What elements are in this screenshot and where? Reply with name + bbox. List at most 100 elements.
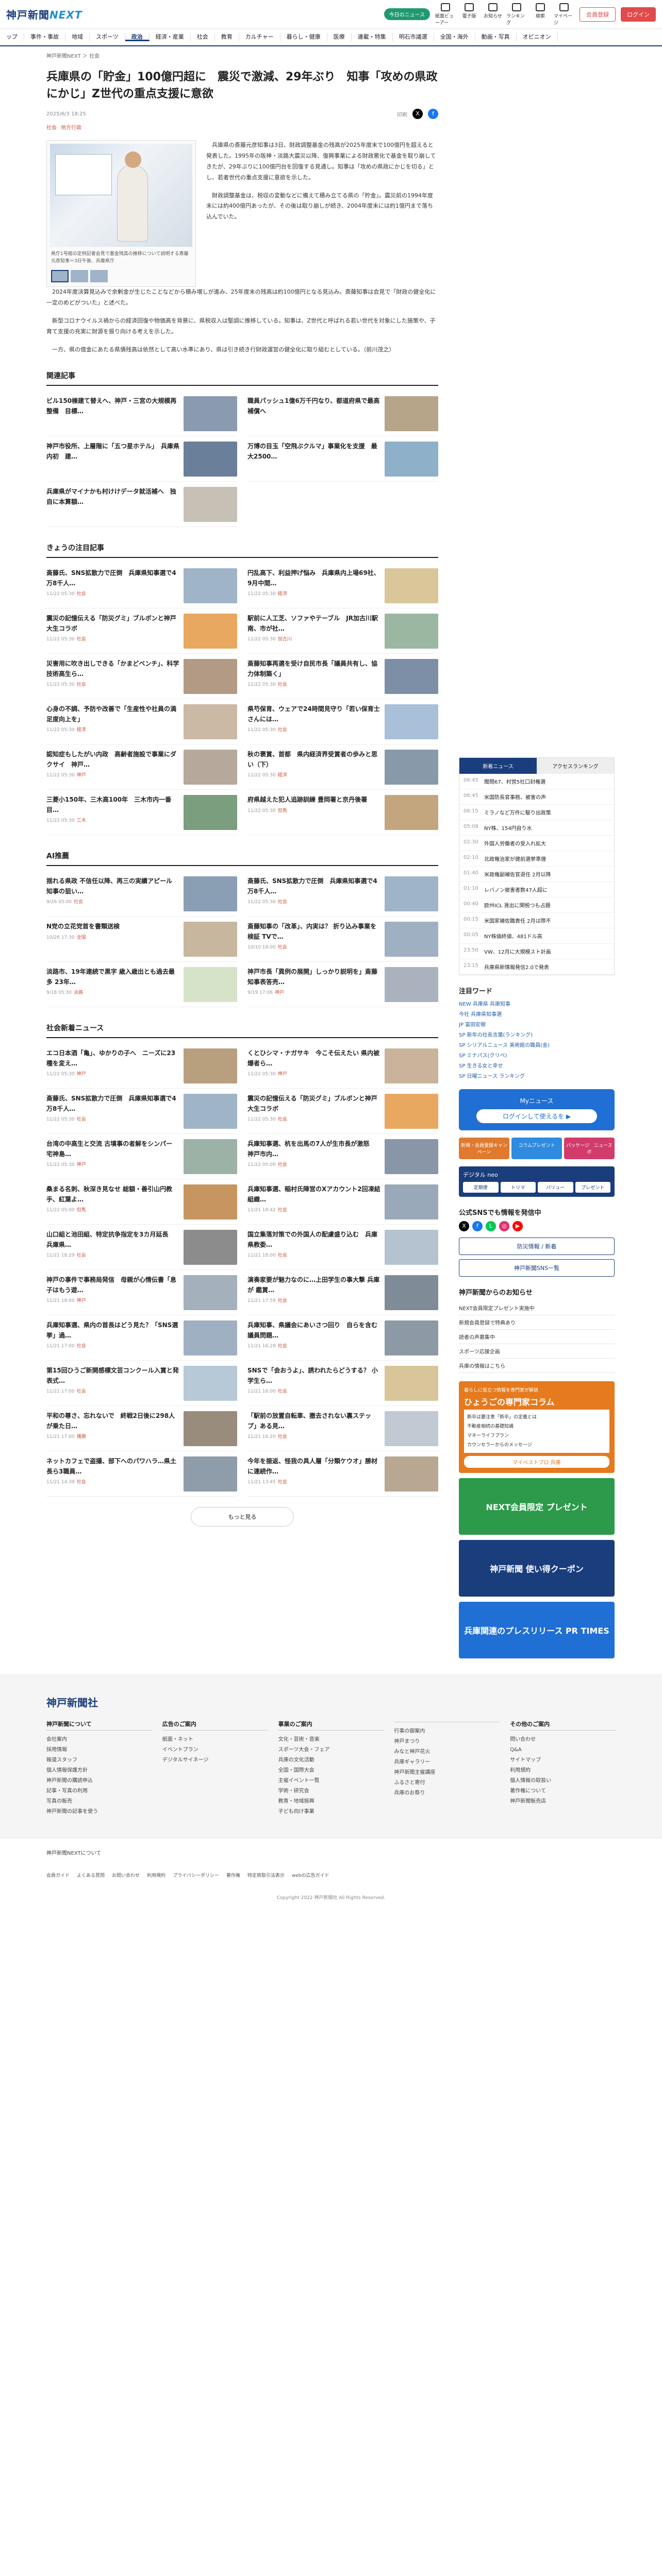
- footer-link[interactable]: 報道スタッフ: [46, 1755, 152, 1766]
- footer-link[interactable]: 兵庫のお祭り: [394, 1788, 500, 1799]
- footer-link[interactable]: みなと神戸花火: [394, 1747, 500, 1757]
- nav-item[interactable]: 事件・事故: [24, 33, 65, 41]
- nav-item[interactable]: 動画・写真: [475, 33, 517, 41]
- header-icon-button[interactable]: ランキング: [506, 3, 527, 26]
- header-icon-button[interactable]: 検索: [530, 3, 551, 26]
- site-logo[interactable]: 神戸新聞NEXT: [6, 7, 82, 22]
- footer-bottom-link[interactable]: 特定商取引法表示: [247, 1872, 285, 1878]
- news-title[interactable]: 外国人労働者の受入れ拡大: [484, 839, 546, 847]
- item-title[interactable]: 心身の不調、予防や改善で「生産性や社員の満足度向上を」: [46, 704, 179, 724]
- list-item[interactable]: ネットカフェで盗撮、部下へのパワハラ…県土長ら3職員… 11/21 14:39 社会: [46, 1451, 237, 1497]
- item-category[interactable]: 社会: [278, 945, 287, 950]
- list-item[interactable]: 淡路市、19年連続で黒字 歳入歳出とも過去最多 23年… 9/18 05:30 淡路: [46, 962, 237, 1008]
- item-category[interactable]: 社会: [278, 1344, 287, 1349]
- info-item[interactable]: 新規会員登録で特典あり: [459, 1315, 615, 1330]
- promo-button[interactable]: パッケージ ニュースポ: [564, 1138, 615, 1159]
- list-item[interactable]: ビル150棟建て替えへ、神戸・三宮の大規模再整備 目標…: [46, 391, 237, 437]
- nav-item[interactable]: ップ: [0, 33, 24, 41]
- item-category[interactable]: 社会: [77, 1480, 86, 1485]
- today-news-button[interactable]: 今日のニュース: [384, 8, 430, 20]
- item-title[interactable]: 「駅前の放置自転車、撤去されない裏ステップ」ある見…: [247, 1411, 380, 1431]
- list-item[interactable]: 台湾の中高生と交流 古墳事の者解をシンパー 宅神島… 11/22 05:30 神戸: [46, 1134, 237, 1180]
- print-button[interactable]: 印刷: [397, 110, 407, 118]
- x-share-icon[interactable]: X: [412, 109, 423, 119]
- nav-item[interactable]: 社会: [191, 33, 215, 41]
- footer-link[interactable]: 神戸まつり: [394, 1737, 500, 1747]
- list-item[interactable]: 「駅前の放置自転車、撤去されない裏ステップ」ある見… 11/21 16:20 社会: [247, 1406, 438, 1452]
- item-title[interactable]: 神戸市役所、上層階に「五つ星ホテル」 兵庫県内初 建…: [46, 442, 179, 461]
- list-item[interactable]: 県芍保育、ウェアで24時間見守り「若い保育士さんには… 11/22 05:30 社会: [247, 699, 438, 745]
- footer-link[interactable]: 神戸新聞主催講座: [394, 1768, 500, 1778]
- item-category[interactable]: 社会: [278, 900, 287, 905]
- item-category[interactable]: 社会: [77, 637, 86, 642]
- item-thumbnail[interactable]: [385, 614, 438, 649]
- item-category[interactable]: 但馬: [77, 1208, 86, 1213]
- news-title[interactable]: 北政権治家が健前選挙準理: [484, 855, 546, 862]
- item-thumbnail[interactable]: [184, 1230, 237, 1265]
- item-title[interactable]: 震災の記憶伝える「防災グミ」ブルボンと神戸大生コラボ: [247, 1094, 380, 1113]
- item-thumbnail[interactable]: [184, 922, 237, 957]
- item-title[interactable]: 斎藤氏、SNS拡散力で圧倒 兵庫県知事選で4万8千人…: [46, 1094, 179, 1113]
- list-item[interactable]: 府県越えた犯人追跡訓練 豊岡署と京丹後署 11/22 05:30 但馬: [247, 790, 438, 836]
- item-thumbnail[interactable]: [184, 1411, 237, 1447]
- info-item[interactable]: 読者の声募集中: [459, 1330, 615, 1344]
- item-thumbnail[interactable]: [184, 396, 237, 432]
- item-thumbnail[interactable]: [184, 1320, 237, 1356]
- column-item[interactable]: カウンセラーからのメッセージ: [467, 1440, 606, 1450]
- item-category[interactable]: 社会: [278, 1389, 287, 1394]
- item-title[interactable]: 淡路市、19年連続で黒字 歳入歳出とも過去最多 23年…: [46, 967, 179, 987]
- nav-item[interactable]: オピニオン: [517, 33, 558, 41]
- item-category[interactable]: 全国: [77, 935, 86, 940]
- item-category[interactable]: 社会: [77, 1344, 86, 1349]
- item-title[interactable]: 円乱高下、利益押げ悩み 兵庫県内上場69社、9月中間…: [247, 568, 380, 588]
- news-title[interactable]: 聞問67、村営5社口封権選: [484, 777, 545, 785]
- footer-link[interactable]: 写真の販売: [46, 1797, 152, 1807]
- item-thumbnail[interactable]: [385, 1094, 438, 1129]
- item-thumbnail[interactable]: [385, 1411, 438, 1447]
- facebook-icon[interactable]: f: [472, 1221, 483, 1231]
- footer-bottom-link[interactable]: プライバシーポリシー: [173, 1872, 219, 1878]
- footer-link[interactable]: Q&A: [510, 1745, 616, 1755]
- item-thumbnail[interactable]: [385, 659, 438, 694]
- list-item[interactable]: 斎藤知事の「改革」、内実は？ 折り込み事業を検証 TVで… 10/10 18:00…: [247, 917, 438, 962]
- item-category[interactable]: 社会: [278, 1480, 287, 1485]
- item-thumbnail[interactable]: [385, 1184, 438, 1220]
- list-item[interactable]: 災害用に吹き出しできる「かまどベンチ」、科学技術高生ら… 11/22 05:30 社…: [46, 654, 237, 700]
- list-item[interactable]: 兵庫知事選、県内の首長はどう見た？「SNS選挙」過… 11/21 17:00 社会: [46, 1315, 237, 1361]
- item-category[interactable]: 経済: [77, 727, 86, 733]
- nav-item[interactable]: カルチャー: [239, 33, 280, 41]
- item-thumbnail[interactable]: [385, 1048, 438, 1084]
- item-title[interactable]: 災害用に吹き出しできる「かまどベンチ」、科学技術高生ら…: [46, 659, 179, 679]
- item-category[interactable]: 社会: [278, 727, 287, 733]
- login-button[interactable]: ログイン: [621, 7, 656, 22]
- item-thumbnail[interactable]: [184, 659, 237, 694]
- footer-link[interactable]: 紙面・ネット: [162, 1735, 268, 1745]
- list-item[interactable]: エコ日本酒「亀」、ゆかりの子へ ニーズに23種を変え… 11/22 05:30 神戸: [46, 1043, 237, 1089]
- footer-link[interactable]: 神戸新聞販売店: [510, 1797, 616, 1807]
- ad-banner[interactable]: NEXT会員限定 プレゼント: [459, 1478, 615, 1535]
- item-category[interactable]: 三木: [77, 818, 86, 823]
- footer-link[interactable]: 文化・芸術・音楽: [278, 1735, 384, 1745]
- list-item[interactable]: 三菱小150年、三木高100年 三木市内一番目… 11/22 05:30 三木: [46, 790, 237, 836]
- news-title[interactable]: 米国防長官事務、被害の声: [484, 793, 546, 801]
- item-thumbnail[interactable]: [385, 1230, 438, 1265]
- item-title[interactable]: 兵庫知事選、稲村氏陣営のXアカウント2回凍結 組織…: [247, 1184, 387, 1204]
- footer-link[interactable]: 兵庫の文化活動: [278, 1755, 384, 1766]
- item-title[interactable]: 平和の尊さ、忘れないで 終戦2日後に298人が乗た日…: [46, 1411, 179, 1431]
- item-thumbnail[interactable]: [184, 967, 237, 1003]
- x-icon[interactable]: X: [459, 1221, 469, 1231]
- item-category[interactable]: 社会: [77, 1117, 86, 1122]
- header-icon-button[interactable]: マイページ: [554, 3, 574, 26]
- tab-ranking[interactable]: アクセスランキング: [537, 758, 614, 774]
- item-thumbnail[interactable]: [385, 704, 438, 740]
- instagram-icon[interactable]: ◎: [499, 1221, 509, 1231]
- list-item[interactable]: 万博の目玉「空飛ぶクルマ」事業化を支援 最大2500…: [247, 436, 438, 482]
- digital-item[interactable]: トリマ: [500, 1182, 536, 1193]
- my-news-login-button[interactable]: ログインして使えるを ▶: [476, 1109, 597, 1123]
- item-title[interactable]: 職員パッシュ1億6万千円なり、都道府県で最高補償へ: [247, 396, 380, 416]
- nav-item[interactable]: 連載・特集: [352, 33, 393, 41]
- item-thumbnail[interactable]: [184, 704, 237, 740]
- nav-item[interactable]: 政治: [125, 33, 150, 41]
- more-button[interactable]: もっと見る: [191, 1507, 294, 1527]
- nav-item[interactable]: 経済・産業: [150, 33, 191, 41]
